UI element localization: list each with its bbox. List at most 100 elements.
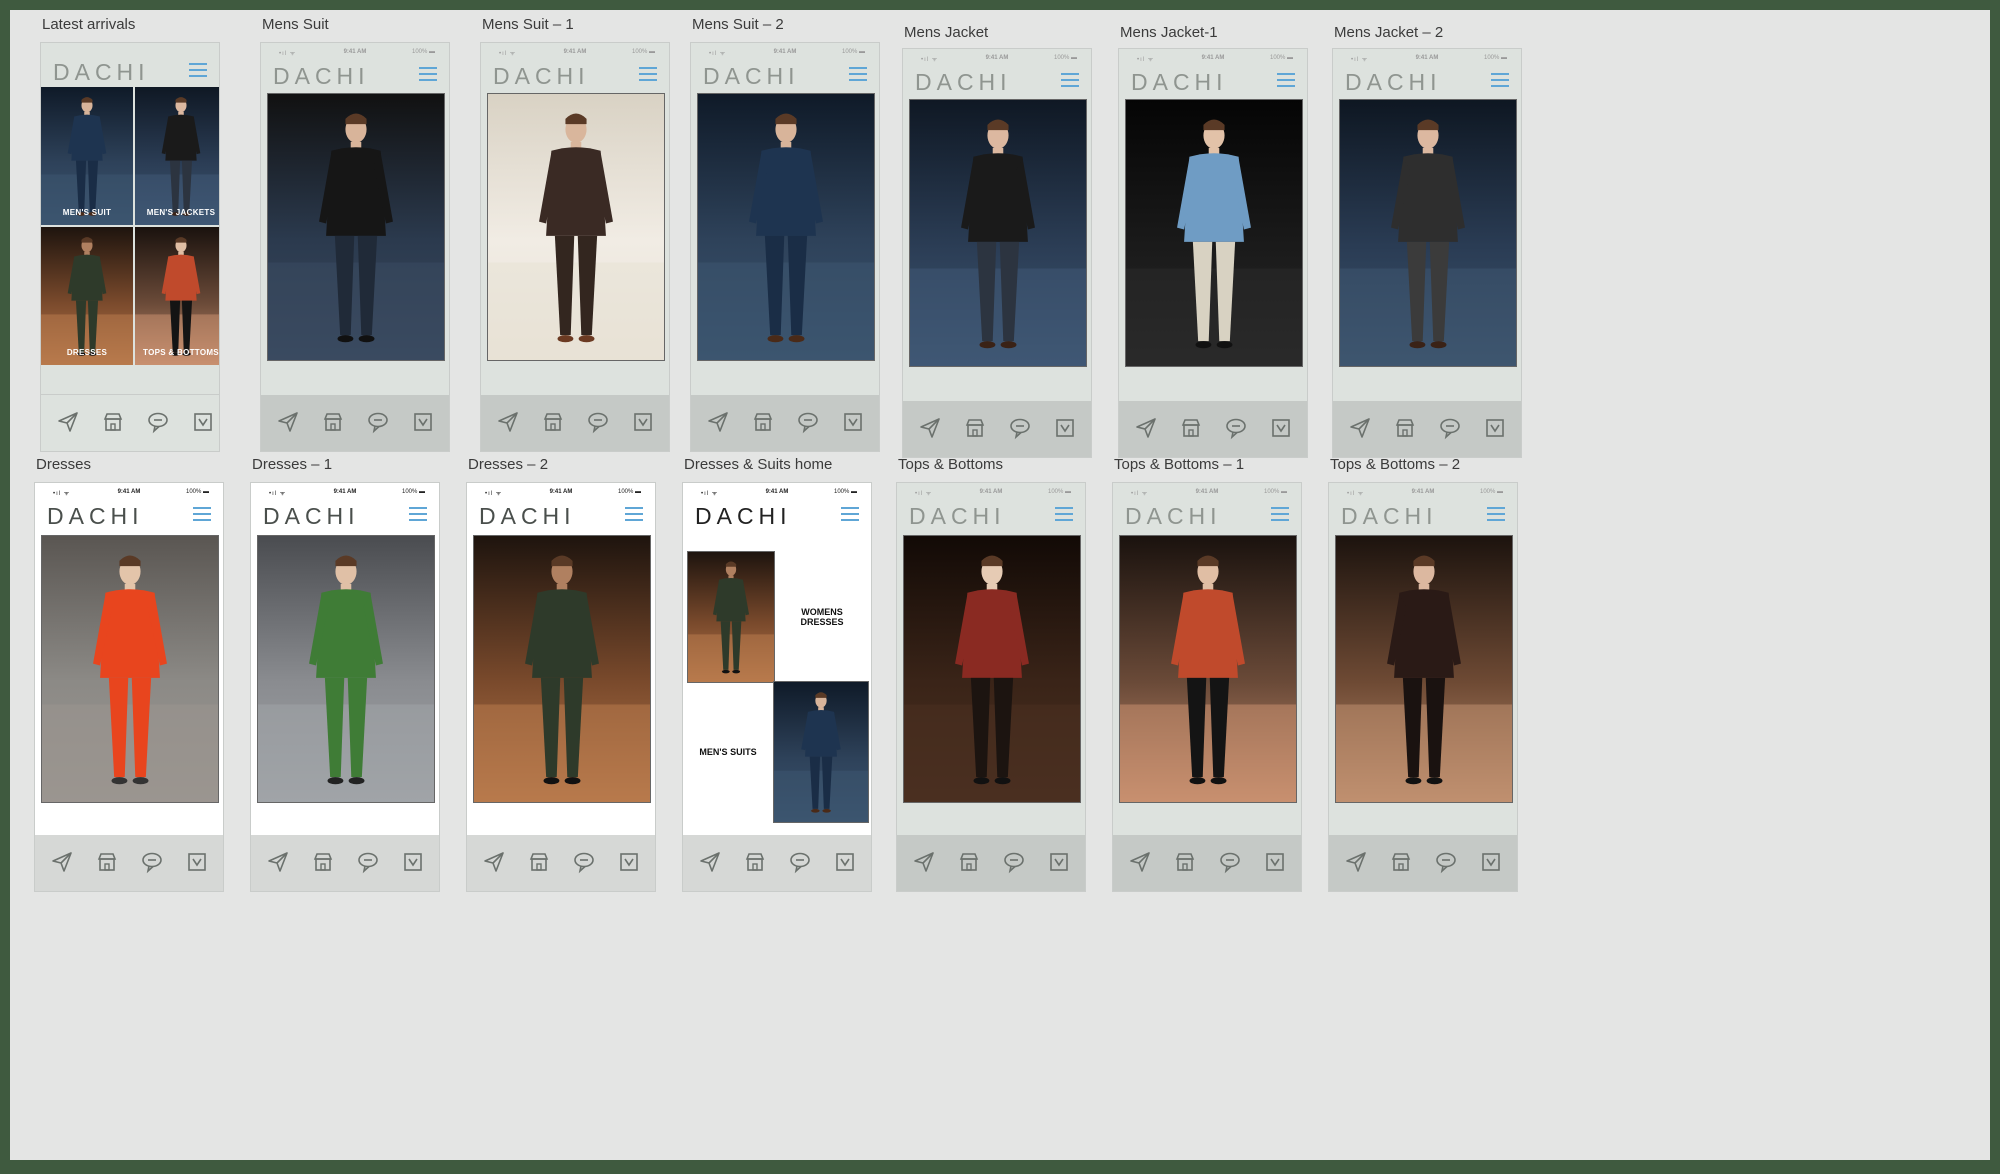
store-icon[interactable] [962,415,988,441]
brand-logo[interactable]: DACHI [1341,503,1438,530]
mens-suits-tile[interactable] [773,681,869,823]
phone-artboard[interactable]: •ıl ᯤ 9:41 AM 100% ▬ DACHI [260,42,450,452]
artboard-label[interactable]: Mens Suit [262,16,329,33]
runway-photo[interactable] [257,535,435,803]
runway-photo[interactable] [1125,99,1303,367]
phone-artboard[interactable]: •ıl ᯤ 9:41 AM 100% ▬ DACHI [34,482,224,892]
chat-icon[interactable] [571,849,597,875]
phone-artboard[interactable]: •ıl ᯤ 9:41 AM 100% ▬ DACHI [466,482,656,892]
store-icon[interactable] [540,409,566,435]
store-icon[interactable] [94,849,120,875]
hamburger-menu-icon[interactable] [625,507,643,521]
brand-logo[interactable]: DACHI [493,63,590,90]
category-tile[interactable]: DRESSES [41,227,133,365]
hamburger-menu-icon[interactable] [419,67,437,81]
runway-photo[interactable] [697,93,875,361]
artboard-label[interactable]: Mens Jacket [904,24,988,41]
store-icon[interactable] [750,409,776,435]
checkbox-icon[interactable] [1262,849,1288,875]
artboard-label[interactable]: Dresses [36,456,91,473]
hamburger-menu-icon[interactable] [1277,73,1295,87]
womens-dresses-tile[interactable] [687,551,775,683]
checkbox-icon[interactable] [630,409,656,435]
send-icon[interactable] [1127,849,1153,875]
chat-icon[interactable] [1433,849,1459,875]
hamburger-menu-icon[interactable] [1487,507,1505,521]
artboard-label[interactable]: Tops & Bottoms – 2 [1330,456,1460,473]
chat-icon[interactable] [139,849,165,875]
brand-logo[interactable]: DACHI [1125,503,1222,530]
hamburger-menu-icon[interactable] [639,67,657,81]
checkbox-icon[interactable] [1268,415,1294,441]
send-icon[interactable] [275,409,301,435]
brand-logo[interactable]: DACHI [1345,69,1442,96]
checkbox-icon[interactable] [832,849,858,875]
phone-artboard[interactable]: •ıl ᯤ 9:41 AM 100% ▬ DACHI [1332,48,1522,458]
send-icon[interactable] [917,415,943,441]
runway-photo[interactable] [267,93,445,361]
hamburger-menu-icon[interactable] [193,507,211,521]
brand-logo[interactable]: DACHI [1131,69,1228,96]
artboard-label[interactable]: Dresses & Suits home [684,456,832,473]
brand-logo[interactable]: DACHI [479,503,576,530]
brand-logo[interactable]: DACHI [47,503,144,530]
store-icon[interactable] [1388,849,1414,875]
brand-logo[interactable]: DACHI [263,503,360,530]
store-icon[interactable] [100,409,126,435]
runway-photo[interactable] [1119,535,1297,803]
phone-artboard[interactable]: •ıl ᯤ 9:41 AM 100% ▬ DACHI [250,482,440,892]
store-icon[interactable] [956,849,982,875]
brand-logo[interactable]: DACHI [273,63,370,90]
hamburger-menu-icon[interactable] [849,67,867,81]
phone-artboard[interactable]: DACHI MEN'S SUIT MEN'S JACKETS DRESSES T… [40,42,220,452]
store-icon[interactable] [1172,849,1198,875]
phone-artboard[interactable]: •ıl ᯤ 9:41 AM 100% ▬ DACHI [1328,482,1518,892]
send-icon[interactable] [705,409,731,435]
checkbox-icon[interactable] [1046,849,1072,875]
store-icon[interactable] [1392,415,1418,441]
checkbox-icon[interactable] [616,849,642,875]
send-icon[interactable] [49,849,75,875]
chat-icon[interactable] [1007,415,1033,441]
runway-photo[interactable] [909,99,1087,367]
womens-dresses-caption[interactable]: WOMENS DRESSES [779,607,865,627]
artboard-label[interactable]: Tops & Bottoms – 1 [1114,456,1244,473]
store-icon[interactable] [526,849,552,875]
chat-icon[interactable] [787,849,813,875]
store-icon[interactable] [742,849,768,875]
hamburger-menu-icon[interactable] [1061,73,1079,87]
chat-icon[interactable] [145,409,171,435]
send-icon[interactable] [1133,415,1159,441]
phone-artboard[interactable]: •ıl ᯤ 9:41 AM 100% ▬ DACHI WOMENS DRESSES M… [682,482,872,892]
chat-icon[interactable] [365,409,391,435]
phone-artboard[interactable]: •ıl ᯤ 9:41 AM 100% ▬ DACHI [690,42,880,452]
hamburger-menu-icon[interactable] [409,507,427,521]
category-tile[interactable]: MEN'S JACKETS [135,87,219,225]
phone-artboard[interactable]: •ıl ᯤ 9:41 AM 100% ▬ DACHI [1118,48,1308,458]
send-icon[interactable] [1343,849,1369,875]
phone-artboard[interactable]: •ıl ᯤ 9:41 AM 100% ▬ DACHI [896,482,1086,892]
checkbox-icon[interactable] [190,409,216,435]
send-icon[interactable] [1347,415,1373,441]
artboard-label[interactable]: Dresses – 1 [252,456,332,473]
chat-icon[interactable] [355,849,381,875]
checkbox-icon[interactable] [410,409,436,435]
store-icon[interactable] [310,849,336,875]
hamburger-menu-icon[interactable] [189,63,207,77]
store-icon[interactable] [320,409,346,435]
mens-suits-caption[interactable]: MEN'S SUITS [685,747,771,757]
brand-logo[interactable]: DACHI [695,503,792,530]
hamburger-menu-icon[interactable] [1271,507,1289,521]
send-icon[interactable] [911,849,937,875]
checkbox-icon[interactable] [184,849,210,875]
artboard-label[interactable]: Mens Suit – 2 [692,16,784,33]
chat-icon[interactable] [1437,415,1463,441]
phone-artboard[interactable]: •ıl ᯤ 9:41 AM 100% ▬ DACHI [480,42,670,452]
artboard-label[interactable]: Latest arrivals [42,16,135,33]
send-icon[interactable] [55,409,81,435]
artboard-label[interactable]: Mens Jacket-1 [1120,24,1218,41]
chat-icon[interactable] [795,409,821,435]
checkbox-icon[interactable] [840,409,866,435]
artboard-label[interactable]: Dresses – 2 [468,456,548,473]
artboard-label[interactable]: Mens Jacket – 2 [1334,24,1443,41]
